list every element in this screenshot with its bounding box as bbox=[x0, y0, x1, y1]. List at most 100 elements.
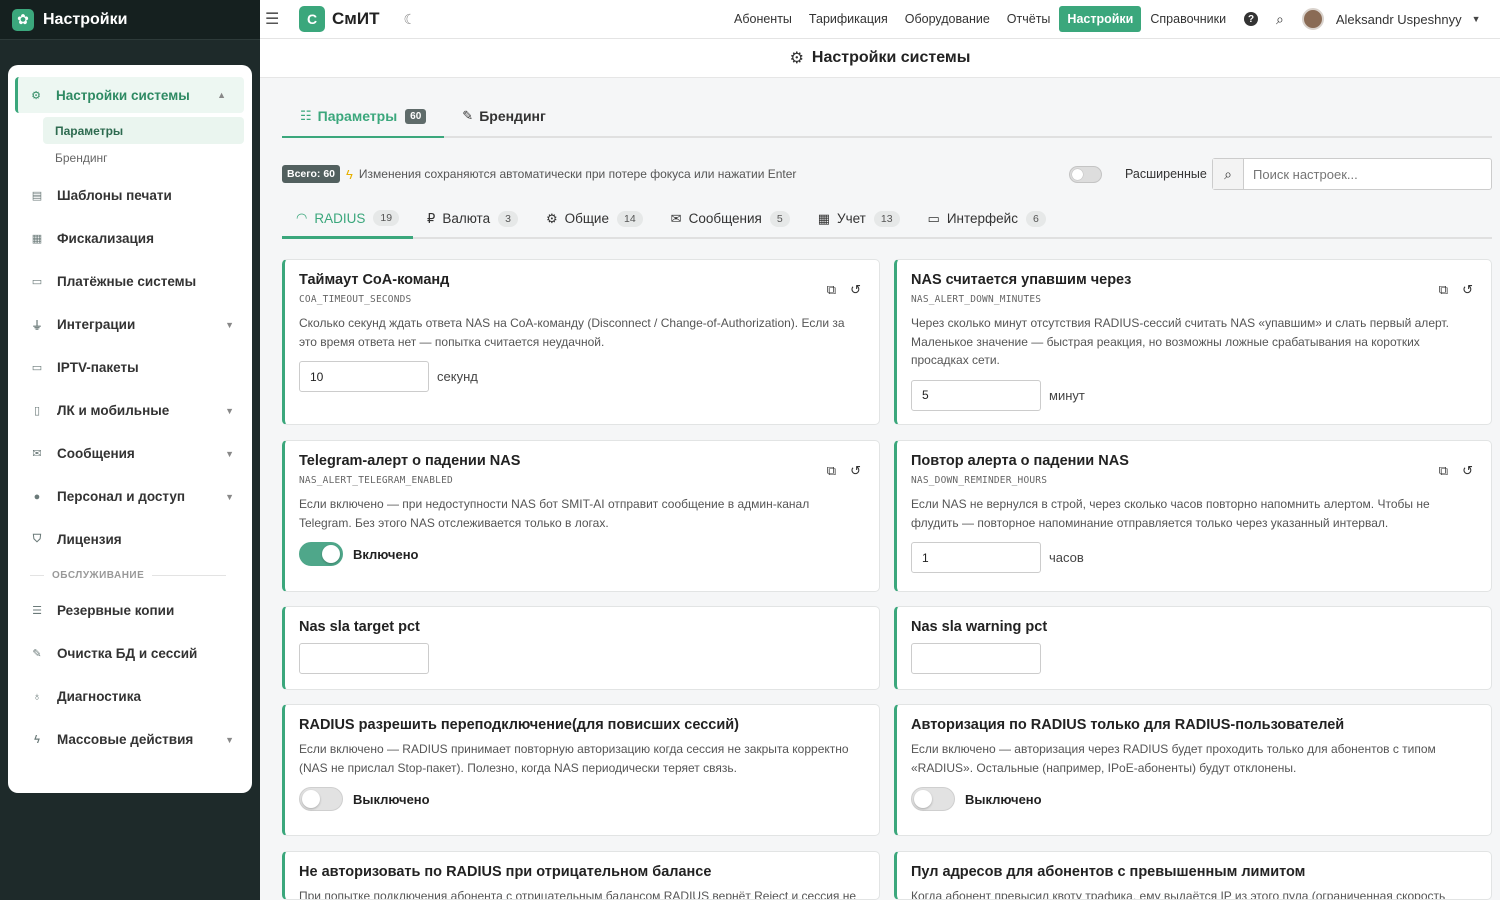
help-icon[interactable]: ? bbox=[1244, 12, 1258, 26]
setting-card-nas-sla-target: Nas sla target pct bbox=[282, 606, 880, 690]
sidebar-item-staff[interactable]: ● Персонал и доступ ▼ bbox=[8, 475, 252, 518]
setting-toggle[interactable] bbox=[911, 787, 955, 811]
setting-value-row bbox=[299, 643, 865, 674]
setting-value-input[interactable] bbox=[911, 542, 1041, 573]
nav-settings[interactable]: Настройки bbox=[1059, 6, 1142, 32]
tab-interface[interactable]: ▭ Интерфейс 6 bbox=[914, 200, 1060, 237]
nav-subscribers[interactable]: Абоненты bbox=[726, 6, 800, 32]
tab-currency[interactable]: ₽ Валюта 3 bbox=[413, 200, 532, 237]
copy-icon[interactable]: ⧉ bbox=[1439, 463, 1448, 479]
user-name[interactable]: Aleksandr Uspeshnyy bbox=[1336, 12, 1462, 27]
setting-value-input[interactable] bbox=[911, 379, 1041, 411]
sidebar-item-integrations[interactable]: ⏚ Интеграции ▼ bbox=[8, 303, 252, 346]
setting-key: COA_TIMEOUT_SECONDS bbox=[299, 294, 412, 305]
monitor-icon: ▭ bbox=[927, 210, 940, 226]
copy-icon[interactable]: ⧉ bbox=[1439, 282, 1448, 298]
setting-card-coa-timeout: Таймаут CoA-команд COA_TIMEOUT_SECONDS ⧉… bbox=[282, 259, 880, 425]
nav-reports[interactable]: Отчёты bbox=[999, 6, 1059, 32]
advanced-toggle[interactable] bbox=[1069, 165, 1102, 183]
sidebar-item-cleanup[interactable]: ✎ Очистка БД и сессий bbox=[8, 632, 252, 675]
setting-toggle[interactable] bbox=[299, 542, 343, 566]
chevron-down-icon[interactable]: ▼ bbox=[1472, 14, 1481, 24]
autosave-hint: Изменения сохраняются автоматически при … bbox=[358, 167, 797, 181]
card-actions: ⧉ ↺ bbox=[1425, 463, 1473, 479]
nav-equipment[interactable]: Оборудование bbox=[897, 6, 998, 32]
chevron-up-icon: ▲ bbox=[217, 90, 226, 100]
search-icon[interactable]: ⌕ bbox=[1213, 159, 1244, 189]
sidebar-item-mobile[interactable]: ▯ ЛК и мобильные ▼ bbox=[8, 389, 252, 432]
tab-label: Брендинг bbox=[479, 108, 546, 124]
tab-branding[interactable]: ✎ Брендинг bbox=[444, 96, 564, 136]
nav-tariffs[interactable]: Тарификация bbox=[801, 6, 896, 32]
setting-title: Повтор алерта о падении NAS bbox=[911, 453, 1129, 469]
setting-value-input[interactable] bbox=[911, 643, 1041, 674]
mobile-icon: ▯ bbox=[33, 405, 41, 417]
setting-description: Через сколько минут отсутствия RADIUS-се… bbox=[911, 316, 1449, 367]
tab-count: 19 bbox=[373, 210, 400, 226]
search-input[interactable] bbox=[1244, 159, 1491, 189]
tab-accounting[interactable]: ▦ Учет 13 bbox=[804, 200, 914, 237]
sidebar-header: ✿ Настройки bbox=[0, 0, 260, 40]
tab-label: Параметры bbox=[317, 108, 398, 124]
chevron-down-icon: ▼ bbox=[225, 319, 234, 330]
sidebar-item-diagnostics[interactable]: ♁ Диагностика bbox=[8, 675, 252, 718]
tab-parameters[interactable]: ☷ Параметры 60 bbox=[282, 96, 445, 138]
copy-icon[interactable]: ⧉ bbox=[827, 463, 836, 479]
search-icon[interactable]: ⌕ bbox=[1276, 11, 1284, 28]
cogs-icon: ⚙ bbox=[545, 210, 558, 226]
setting-key: NAS_DOWN_REMINDER_HOURS bbox=[911, 475, 1048, 486]
users-icon: ● bbox=[33, 490, 41, 503]
tab-general[interactable]: ⚙ Общие 14 bbox=[532, 200, 657, 237]
tab-count: 6 bbox=[1025, 210, 1046, 227]
tab-label: Сообщения bbox=[688, 211, 762, 226]
page-header: ⚙ Настройки системы bbox=[260, 39, 1500, 78]
brand-name[interactable]: СмИТ bbox=[332, 9, 379, 29]
tab-count: 5 bbox=[769, 210, 790, 227]
setting-toggle-row: Выключено bbox=[911, 787, 1477, 811]
copy-icon[interactable]: ⧉ bbox=[827, 282, 836, 298]
sidebar-item-system-settings[interactable]: ⚙ Настройки системы ▲ bbox=[15, 77, 244, 113]
sidebar-item-fiscalization[interactable]: ▦ Фискализация bbox=[8, 217, 252, 260]
tab-badge: 60 bbox=[405, 108, 427, 124]
setting-card-radius-only: Авторизация по RADIUS только для RADIUS-… bbox=[894, 704, 1492, 836]
reset-icon[interactable]: ↺ bbox=[850, 282, 861, 298]
sidebar-section-maintenance: ОБСЛУЖИВАНИЕ bbox=[8, 561, 252, 589]
sidebar-item-payment-systems[interactable]: ▭ Платёжные системы bbox=[8, 260, 252, 303]
plug-icon: ⏚ bbox=[31, 319, 43, 332]
sidebar: ✿ Настройки ⚙ Настройки системы ▲ Параме… bbox=[0, 0, 260, 900]
tab-radius[interactable]: ◠ RADIUS 19 bbox=[282, 200, 414, 239]
tab-label: Валюта bbox=[442, 211, 491, 226]
card-actions: ⧉ ↺ bbox=[813, 282, 861, 298]
menu-icon[interactable]: ☰ bbox=[265, 9, 279, 29]
sidebar-item-backups[interactable]: ☰ Резервные копии bbox=[8, 589, 252, 632]
setting-title: NAS считается упавшим через bbox=[911, 272, 1132, 288]
tab-messages[interactable]: ✉ Сообщения 5 bbox=[657, 200, 804, 237]
moon-icon[interactable]: ☾ bbox=[403, 11, 416, 28]
sidebar-item-print-templates[interactable]: ▤ Шаблоны печати bbox=[8, 174, 252, 217]
avatar[interactable] bbox=[1301, 8, 1324, 30]
toggle-state-label: Выключено bbox=[965, 791, 1042, 807]
setting-toggle[interactable] bbox=[299, 787, 343, 811]
setting-value-input[interactable] bbox=[299, 361, 429, 392]
divider bbox=[30, 574, 44, 576]
envelope-icon: ✉ bbox=[32, 448, 42, 460]
brand-logo[interactable]: С bbox=[299, 6, 325, 32]
sidebar-item-license[interactable]: ⛉ Лицензия bbox=[8, 518, 252, 561]
setting-value-input[interactable] bbox=[299, 643, 429, 674]
sliders-icon: ☷ bbox=[300, 108, 312, 123]
sidebar-item-label: Сообщения bbox=[57, 446, 135, 461]
reset-icon[interactable]: ↺ bbox=[850, 463, 861, 479]
setting-description: При попытке подключения абонента с отриц… bbox=[299, 889, 857, 900]
sidebar-subitem-parameters[interactable]: Параметры bbox=[43, 117, 244, 144]
cash-register-icon: ▦ bbox=[31, 233, 43, 245]
sidebar-item-messages[interactable]: ✉ Сообщения ▼ bbox=[8, 432, 252, 475]
sidebar-item-bulk-actions[interactable]: ϟ Массовые действия ▼ bbox=[8, 718, 252, 761]
reset-icon[interactable]: ↺ bbox=[1462, 463, 1473, 479]
sidebar-subitem-branding[interactable]: Брендинг bbox=[8, 144, 252, 171]
nav-directories[interactable]: Справочники bbox=[1142, 6, 1234, 32]
sidebar-item-label: IPTV-пакеты bbox=[57, 360, 139, 375]
envelope-icon: ✉ bbox=[670, 210, 682, 226]
reset-icon[interactable]: ↺ bbox=[1462, 282, 1473, 298]
sidebar-item-iptv[interactable]: ▭ IPTV-пакеты bbox=[8, 346, 252, 389]
section-label: ОБСЛУЖИВАНИЕ bbox=[52, 569, 145, 581]
